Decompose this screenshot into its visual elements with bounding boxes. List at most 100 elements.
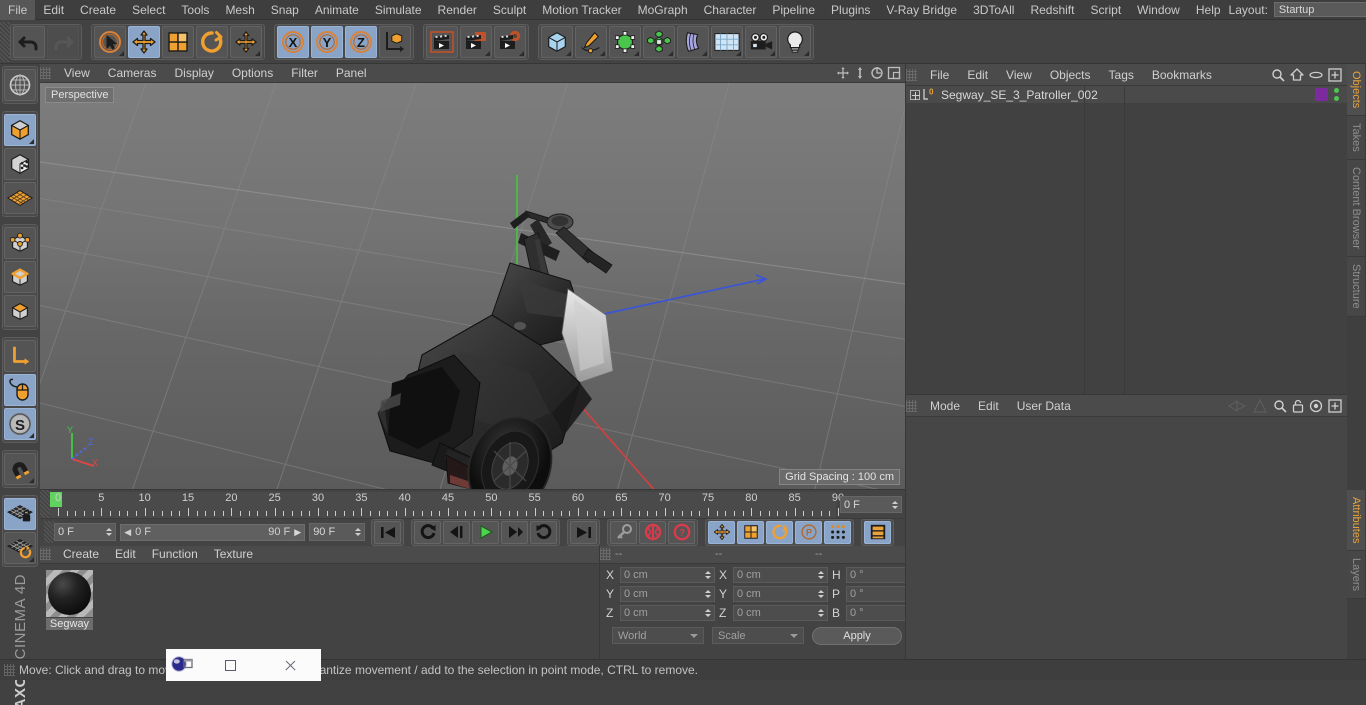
spinner-icon[interactable] bbox=[704, 588, 711, 599]
spinner-icon[interactable] bbox=[817, 607, 824, 618]
lock-icon[interactable] bbox=[1292, 399, 1304, 413]
history-back-icon[interactable] bbox=[1227, 399, 1247, 413]
material-item[interactable]: Segway bbox=[46, 569, 93, 630]
coordinates-gripper[interactable] bbox=[600, 548, 611, 561]
viewport-menu-filter[interactable]: Filter bbox=[282, 64, 327, 83]
scale-icon[interactable] bbox=[162, 25, 194, 58]
workplane-rotate-icon[interactable] bbox=[4, 532, 36, 564]
menu-redshift[interactable]: Redshift bbox=[1022, 0, 1082, 20]
rotate-icon[interactable] bbox=[196, 25, 228, 58]
attribute-menu-user-data[interactable]: User Data bbox=[1008, 395, 1080, 417]
toolbar-gripper[interactable] bbox=[0, 21, 10, 62]
material-list[interactable]: Segway bbox=[40, 563, 599, 659]
timeline-gripper[interactable] bbox=[40, 489, 50, 518]
object-menu-tags[interactable]: Tags bbox=[1100, 64, 1143, 86]
menu-pipeline[interactable]: Pipeline bbox=[764, 0, 823, 20]
menu-plugins[interactable]: Plugins bbox=[823, 0, 878, 20]
menu-edit[interactable]: Edit bbox=[35, 0, 72, 20]
y-axis-icon[interactable]: Y bbox=[311, 25, 343, 58]
go-to-start-icon[interactable] bbox=[374, 520, 401, 544]
record-rotation-icon[interactable] bbox=[766, 520, 793, 544]
menu-file[interactable]: File bbox=[0, 0, 36, 20]
spinner-icon[interactable] bbox=[817, 588, 824, 599]
edge-mode-icon[interactable] bbox=[4, 261, 36, 293]
menu-simulate[interactable]: Simulate bbox=[367, 0, 430, 20]
menu-render[interactable]: Render bbox=[430, 0, 485, 20]
object-menu-view[interactable]: View bbox=[997, 64, 1041, 86]
menu-window[interactable]: Window bbox=[1129, 0, 1188, 20]
material-menu-function[interactable]: Function bbox=[144, 545, 206, 563]
coord-input-px[interactable]: 0 cm bbox=[620, 566, 715, 583]
play-icon[interactable] bbox=[472, 520, 499, 544]
viewport-solo-mouse-icon[interactable] bbox=[4, 374, 36, 406]
attribute-menu-edit[interactable]: Edit bbox=[969, 395, 1008, 417]
material-manager-gripper[interactable] bbox=[40, 548, 51, 561]
object-menu-objects[interactable]: Objects bbox=[1041, 64, 1100, 86]
visibility-dots-icon[interactable] bbox=[1334, 88, 1339, 101]
record-active-objects-icon[interactable] bbox=[639, 520, 666, 544]
menu-mesh[interactable]: Mesh bbox=[217, 0, 262, 20]
menu-tools[interactable]: Tools bbox=[173, 0, 217, 20]
dynamic-place-icon[interactable] bbox=[230, 25, 262, 58]
home-icon[interactable] bbox=[1290, 67, 1304, 82]
coord-input-sy[interactable]: 0 cm bbox=[733, 585, 828, 602]
cube-primitive-icon[interactable] bbox=[541, 25, 573, 58]
polygon-grid-icon[interactable] bbox=[4, 182, 36, 214]
viewport-menu-panel[interactable]: Panel bbox=[327, 64, 376, 83]
tab-attributes[interactable]: Attributes bbox=[1347, 489, 1365, 551]
search-icon[interactable] bbox=[1271, 68, 1285, 82]
spinner-icon[interactable] bbox=[105, 527, 112, 538]
coordinate-system-dropdown[interactable]: World bbox=[612, 627, 704, 645]
menu-help[interactable]: Help bbox=[1188, 0, 1229, 20]
viewport-menu-view[interactable]: View bbox=[55, 64, 99, 83]
workplane-lock-icon[interactable] bbox=[4, 498, 36, 530]
object-manager-gripper[interactable] bbox=[906, 68, 917, 81]
status-gripper[interactable] bbox=[4, 664, 15, 676]
perspective-viewport[interactable]: Perspective Grid Spacing : 100 cm Y X Z bbox=[40, 83, 905, 489]
keyframe-selection-icon[interactable]: ? bbox=[668, 520, 695, 544]
tab-takes[interactable]: Takes bbox=[1347, 116, 1365, 161]
step-back-icon[interactable] bbox=[443, 520, 470, 544]
z-axis-icon[interactable]: Z bbox=[345, 25, 377, 58]
render-settings-icon[interactable] bbox=[494, 25, 526, 58]
step-forward-icon[interactable] bbox=[501, 520, 528, 544]
expand-icon[interactable] bbox=[910, 89, 920, 100]
global-local-axis-icon[interactable] bbox=[4, 69, 36, 101]
go-to-end-icon[interactable] bbox=[570, 520, 597, 544]
menu-mograph[interactable]: MoGraph bbox=[630, 0, 696, 20]
current-frame-field[interactable]: 0 F bbox=[840, 492, 902, 518]
tab-content-browser[interactable]: Content Browser bbox=[1347, 160, 1365, 257]
transport-gripper[interactable] bbox=[44, 521, 54, 544]
material-menu-edit[interactable]: Edit bbox=[107, 545, 144, 563]
play-forward-loop-icon[interactable] bbox=[530, 520, 557, 544]
frame-end-field[interactable]: 90 F bbox=[309, 523, 365, 542]
frame-start-field[interactable]: 0 F bbox=[54, 523, 117, 542]
polygon-mode-icon[interactable] bbox=[4, 295, 36, 327]
menu-3dtoall[interactable]: 3DToAll bbox=[965, 0, 1022, 20]
move-icon[interactable] bbox=[128, 25, 160, 58]
point-mode-icon[interactable] bbox=[4, 227, 36, 259]
object-tree-row[interactable]: 0 Segway_SE_3_Patroller_002 bbox=[906, 86, 1347, 103]
x-axis-icon[interactable]: X bbox=[277, 25, 309, 58]
object-menu-file[interactable]: File bbox=[921, 64, 958, 86]
magnet-icon[interactable] bbox=[4, 453, 36, 485]
autokey-icon[interactable] bbox=[610, 520, 637, 544]
menu-character[interactable]: Character bbox=[696, 0, 765, 20]
enable-snapping-icon[interactable]: S bbox=[4, 408, 36, 440]
play-backwards-loop-icon[interactable] bbox=[414, 520, 441, 544]
world-object-axis-icon[interactable] bbox=[379, 25, 411, 58]
timeline-strip-icon[interactable] bbox=[864, 520, 891, 544]
add-panel-icon[interactable] bbox=[1328, 67, 1342, 82]
material-menu-texture[interactable]: Texture bbox=[206, 545, 261, 563]
record-position-icon[interactable] bbox=[708, 520, 735, 544]
object-menu-edit[interactable]: Edit bbox=[958, 64, 997, 86]
tab-layers[interactable]: Layers bbox=[1347, 550, 1365, 599]
floor-environment-icon[interactable] bbox=[711, 25, 743, 58]
close-window-button[interactable] bbox=[261, 649, 322, 681]
spinner-icon[interactable] bbox=[354, 527, 361, 538]
coord-input-py[interactable]: 0 cm bbox=[620, 585, 715, 602]
menu-v-ray-bridge[interactable]: V-Ray Bridge bbox=[878, 0, 965, 20]
range-right-arrow-icon[interactable]: ▶ bbox=[294, 527, 301, 538]
viewport-menu-options[interactable]: Options bbox=[223, 64, 282, 83]
spinner-icon[interactable] bbox=[817, 569, 824, 580]
